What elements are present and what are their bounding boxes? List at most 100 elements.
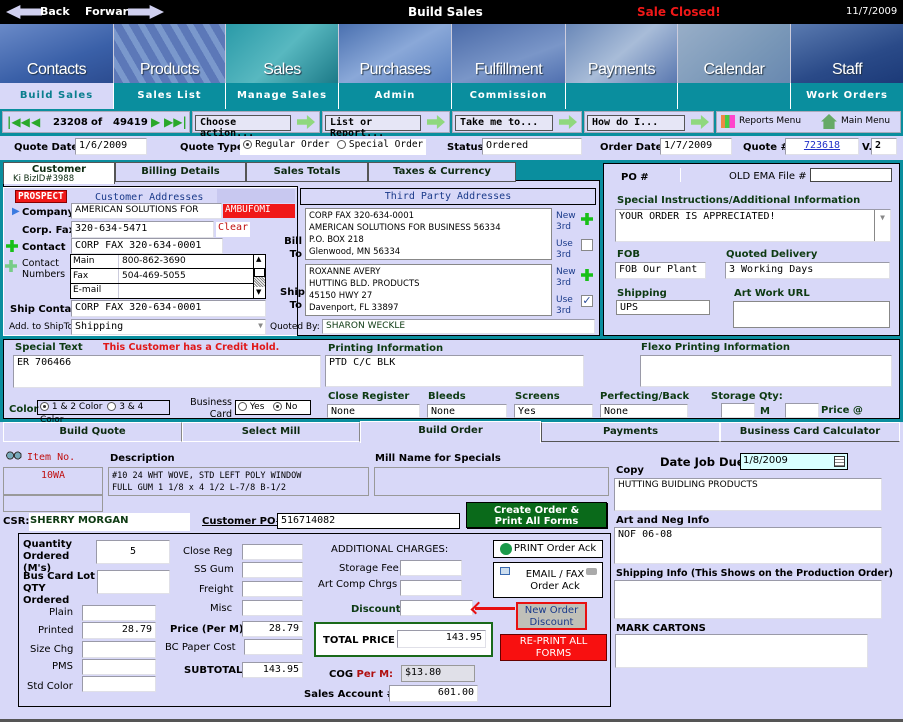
- dropdown-arrow-icon[interactable]: ▼: [258, 321, 263, 330]
- special-text-field[interactable]: ER 706466: [13, 355, 321, 388]
- tab-payments[interactable]: Payments: [541, 422, 720, 442]
- plain-field[interactable]: [82, 605, 156, 621]
- storage-qty-field[interactable]: [721, 403, 755, 418]
- use-3rd-ship-button[interactable]: Use 3rd ✓: [554, 293, 594, 317]
- status-field[interactable]: Ordered: [482, 138, 582, 155]
- color-1-2-radio[interactable]: [40, 402, 49, 411]
- print-order-ack-button[interactable]: PRINT Order Ack: [493, 540, 603, 558]
- customer-po-field[interactable]: 516714082: [277, 513, 460, 529]
- misc-field[interactable]: [242, 600, 303, 616]
- quote-date-field[interactable]: 1/6/2009: [75, 138, 147, 155]
- scroll-thumb[interactable]: [254, 268, 265, 277]
- tab-build-quote[interactable]: Build Quote: [3, 422, 182, 442]
- size-chg-field[interactable]: [82, 641, 156, 658]
- tab-sales-totals[interactable]: Sales Totals: [246, 162, 368, 182]
- tab-business-card-calculator[interactable]: Business Card Calculator: [720, 422, 900, 442]
- how-do-i-select[interactable]: How do I...: [587, 115, 685, 131]
- reprint-all-forms-button[interactable]: RE-PRINT ALL FORMS: [500, 634, 607, 661]
- storage-fee-field[interactable]: [400, 560, 462, 576]
- shipping-field[interactable]: UPS: [616, 300, 710, 315]
- ship-contact-field[interactable]: CORP FAX 320-634-0001: [71, 300, 266, 317]
- date-job-due-field[interactable]: 1/8/2009: [740, 453, 848, 470]
- contact-number-row[interactable]: E-mail: [71, 284, 265, 298]
- use-3rd-bill-checkbox[interactable]: [581, 239, 593, 251]
- fob-field[interactable]: FOB Our Plant -: [615, 262, 706, 279]
- next-record-icon[interactable]: ▶: [151, 115, 160, 129]
- nav-calendar[interactable]: Calendar: [678, 24, 791, 83]
- nav-payments[interactable]: Payments: [566, 24, 678, 83]
- old-ema-field[interactable]: [810, 168, 892, 182]
- item-no-field[interactable]: 10WA: [3, 467, 103, 495]
- create-order-button[interactable]: Create Order & Print All Forms: [466, 502, 607, 528]
- order-date-field[interactable]: 1/7/2009: [660, 138, 732, 155]
- bleeds-field[interactable]: None: [427, 404, 507, 418]
- ss-gum-field[interactable]: [242, 562, 303, 578]
- first-record-icon[interactable]: |◀◀: [7, 115, 30, 129]
- quoted-delivery-field[interactable]: 3 Working Days: [725, 262, 890, 279]
- tab-customer[interactable]: Customer Ki BizID#3988: [3, 162, 115, 184]
- discount-field[interactable]: [400, 600, 473, 616]
- freight-field[interactable]: [242, 581, 303, 597]
- business-card-no-radio[interactable]: [273, 402, 283, 411]
- back-button[interactable]: Back: [6, 4, 70, 20]
- artwork-url-field[interactable]: [733, 301, 890, 328]
- ship-to-address[interactable]: ROXANNE AVERY HUTTING BLD. PRODUCTS 4515…: [305, 264, 552, 316]
- printing-info-field[interactable]: PTD C/C BLK: [325, 355, 584, 387]
- art-neg-field[interactable]: NOF 06-08: [614, 527, 882, 564]
- scroll-down-icon[interactable]: ▼: [256, 288, 261, 296]
- tab-build-order[interactable]: Build Order: [360, 421, 541, 443]
- perfecting-field[interactable]: None: [600, 404, 688, 418]
- tab-taxes-currency[interactable]: Taxes & Currency: [368, 162, 516, 182]
- take-me-to-select[interactable]: Take me to...: [455, 115, 553, 131]
- tab-billing-details[interactable]: Billing Details: [115, 162, 246, 182]
- prev-record-icon[interactable]: ◀: [31, 115, 40, 129]
- choose-action-select[interactable]: Choose action...: [195, 115, 291, 139]
- regular-order-radio[interactable]: [243, 139, 252, 149]
- contact-number-row[interactable]: Main 800-862-3690: [71, 255, 265, 269]
- how-do-i-go-icon[interactable]: [691, 115, 709, 129]
- nav-products[interactable]: Products: [114, 24, 226, 83]
- new-3rd-ship-button[interactable]: New 3rd: [554, 265, 594, 291]
- quoted-by-field[interactable]: SHARON WECKLE: [322, 319, 595, 334]
- quote-number-link[interactable]: 723618: [785, 138, 859, 155]
- contact-field[interactable]: CORP FAX 320-634-0001: [71, 238, 223, 254]
- list-report-go-icon[interactable]: [427, 115, 445, 129]
- special-order-radio[interactable]: [336, 139, 346, 149]
- screens-field[interactable]: Yes: [514, 404, 593, 418]
- forward-button[interactable]: Forwar: [84, 4, 164, 20]
- bus-card-lot-field[interactable]: [97, 570, 170, 594]
- close-register-field[interactable]: None: [327, 404, 420, 418]
- list-report-select[interactable]: List or Report...: [325, 115, 421, 139]
- art-comp-field[interactable]: [400, 580, 462, 596]
- nav-purchases[interactable]: Purchases: [339, 24, 452, 83]
- bill-to-address[interactable]: CORP FAX 320-634-0001 AMERICAN SOLUTIONS…: [305, 208, 552, 260]
- subnav-build-sales[interactable]: Build Sales: [0, 83, 114, 109]
- storage-price-field[interactable]: [785, 403, 819, 418]
- nav-staff[interactable]: Staff: [791, 24, 903, 83]
- dropdown-arrow-icon[interactable]: ▼: [874, 210, 890, 241]
- pms-field[interactable]: [82, 659, 156, 675]
- std-color-field[interactable]: [82, 676, 156, 692]
- mark-cartons-field[interactable]: [615, 634, 868, 668]
- calendar-icon[interactable]: [834, 456, 845, 467]
- close-reg-field[interactable]: [242, 544, 303, 560]
- reports-menu-button[interactable]: Reports Menu: [721, 114, 807, 130]
- clear-button[interactable]: Clear: [216, 222, 250, 237]
- corp-fax-field[interactable]: 320-634-5471: [71, 221, 214, 238]
- subnav-work-orders[interactable]: Work Orders: [791, 83, 903, 109]
- printed-field[interactable]: 28.79: [82, 622, 156, 639]
- nav-fulfillment[interactable]: Fulfillment: [452, 24, 566, 83]
- subnav-commission[interactable]: Commission: [452, 83, 566, 109]
- tab-select-mill[interactable]: Select Mill: [182, 422, 360, 442]
- price-per-m-field[interactable]: 28.79: [242, 621, 303, 637]
- binoculars-icon[interactable]: [5, 451, 22, 460]
- add-to-ship-select[interactable]: Shipping ▼: [71, 319, 266, 335]
- shipping-info-field[interactable]: [614, 580, 882, 619]
- description-field[interactable]: #10 24 WHT WOVE, STD LEFT POLY WINDOW FU…: [108, 467, 369, 496]
- contact-numbers-scrollbar[interactable]: ▲ ▼: [253, 255, 265, 298]
- copy-field[interactable]: HUTTING BUIDLING PRODUCTS: [614, 478, 882, 511]
- use-3rd-bill-button[interactable]: Use 3rd: [554, 237, 594, 261]
- use-3rd-ship-checkbox[interactable]: ✓: [581, 295, 593, 307]
- company-field[interactable]: AMERICAN SOLUTIONS FOR: [71, 203, 222, 219]
- special-instructions-field[interactable]: YOUR ORDER IS APPRECIATED! ▼: [615, 209, 891, 242]
